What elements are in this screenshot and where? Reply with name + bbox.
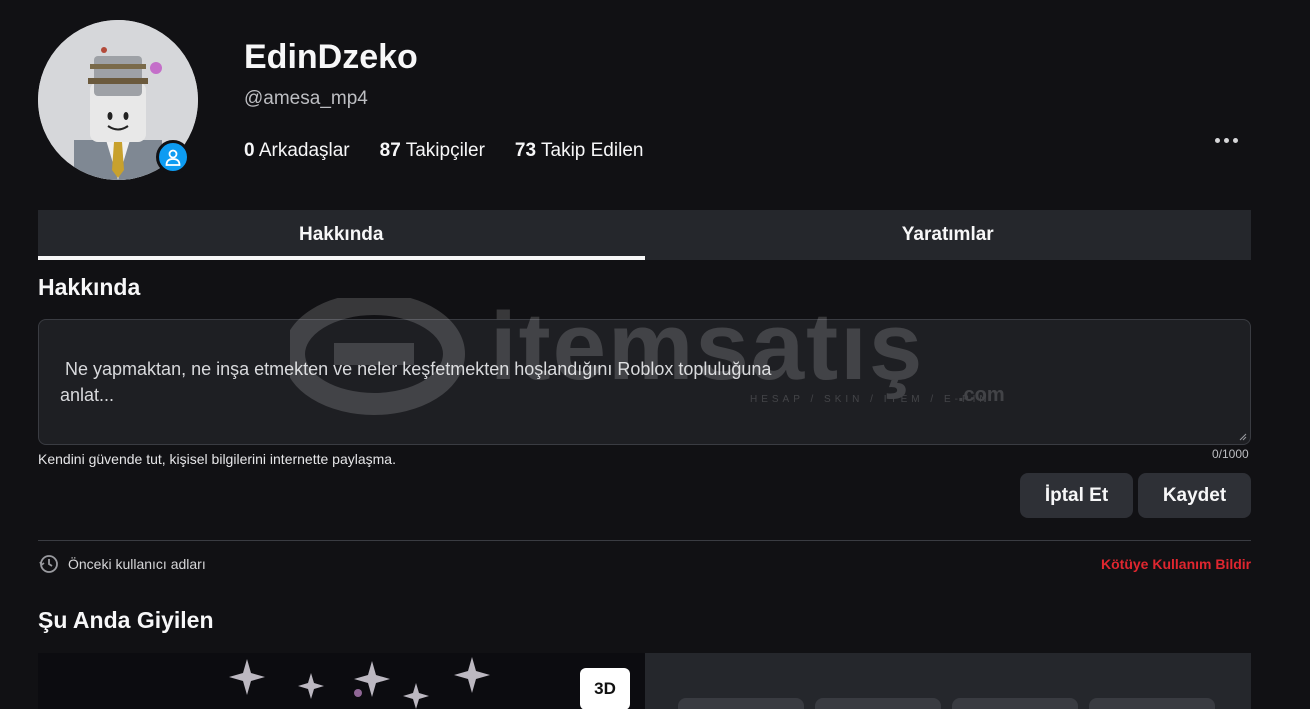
bio-placeholder: Ne yapmaktan, ne inşa etmekten ve neler … <box>60 359 772 406</box>
more-options-button[interactable] <box>1208 128 1244 152</box>
avatar-3d-view[interactable] <box>38 653 645 709</box>
save-button[interactable]: Kaydet <box>1138 473 1251 518</box>
history-icon <box>39 555 58 573</box>
sparkle-background <box>229 657 490 709</box>
stat-followers[interactable]: 87 Takipçiler <box>380 140 485 162</box>
bio-textarea[interactable]: Ne yapmaktan, ne inşa etmekten ve neler … <box>38 319 1251 445</box>
about-heading: Hakkında <box>38 274 141 300</box>
stat-following[interactable]: 73 Takip Edilen <box>515 140 644 162</box>
worn-item-card[interactable] <box>952 698 1078 709</box>
resize-handle-icon[interactable] <box>1239 433 1247 441</box>
dot-icon <box>1214 137 1220 143</box>
stat-label: Takipçiler <box>405 140 485 161</box>
tab-about[interactable]: Hakkında <box>38 210 645 260</box>
dot-icon <box>1223 137 1229 143</box>
stat-count: 73 <box>514 140 537 161</box>
report-abuse-link[interactable]: Kötüye Kullanım Bildir <box>1101 556 1251 572</box>
stat-count: 87 <box>379 140 401 161</box>
worn-item-card[interactable] <box>815 698 941 709</box>
divider <box>38 540 1251 541</box>
previous-usernames-link[interactable]: Önceki kullanıcı adları <box>38 553 206 575</box>
previous-usernames-label: Önceki kullanıcı adları <box>68 556 206 572</box>
cancel-button[interactable]: İptal Et <box>1020 473 1133 518</box>
character-counter: 0/1000 <box>1212 447 1249 461</box>
worn-items-panel <box>645 653 1251 709</box>
worn-item-card[interactable] <box>1089 698 1215 709</box>
dot-icon <box>1232 137 1238 143</box>
tab-creations[interactable]: Yaratımlar <box>645 210 1252 260</box>
online-status-badge <box>156 140 190 174</box>
user-icon <box>165 149 181 166</box>
stat-label: Takip Edilen <box>541 140 644 161</box>
profile-stats: 0 Arkadaşlar 87 Takipçiler 73 Takip Edil… <box>244 140 643 162</box>
username: @amesa_mp4 <box>244 88 368 109</box>
profile-tabs: Hakkında Yaratımlar <box>38 210 1251 260</box>
display-name: EdinDzeko <box>244 38 418 76</box>
safety-note: Kendini güvende tut, kişisel bilgilerini… <box>38 451 396 467</box>
avatar-headshot[interactable] <box>38 20 198 180</box>
currently-wearing-heading: Şu Anda Giyilen <box>38 607 214 633</box>
worn-item-card[interactable] <box>678 698 804 709</box>
stat-label: Arkadaşlar <box>258 140 350 161</box>
view-3d-button[interactable]: 3D <box>580 668 630 709</box>
stat-friends[interactable]: 0 Arkadaşlar <box>244 140 350 162</box>
stat-count: 0 <box>244 140 255 161</box>
